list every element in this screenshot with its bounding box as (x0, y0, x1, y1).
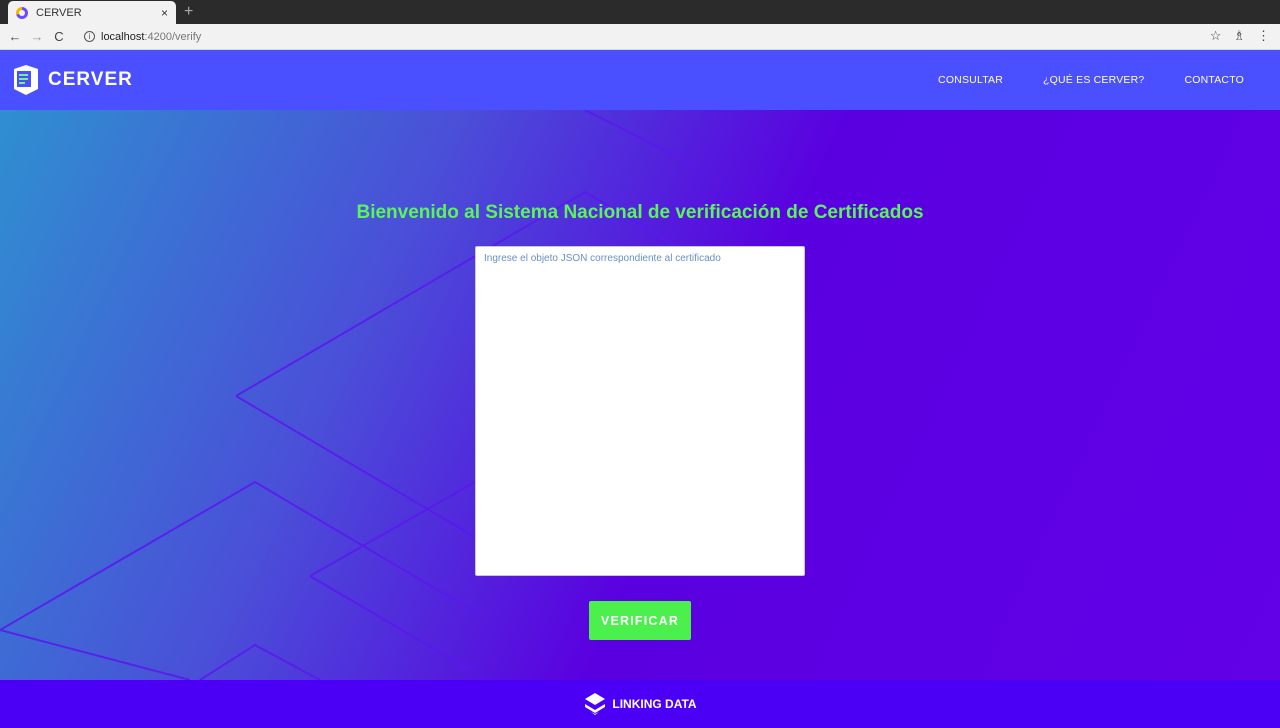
tab-close-icon[interactable]: × (161, 6, 168, 20)
url-path: :4200/verify (144, 30, 202, 43)
reload-icon[interactable]: C (48, 29, 70, 44)
nav-link-consultar[interactable]: CONSULTAR (938, 74, 1003, 86)
url-host: localhost (101, 30, 145, 43)
linking-data-logo-icon (585, 693, 606, 715)
app-navbar: CERVER CONSULTAR ¿QUÉ ES CERVER? CONTACT… (0, 50, 1280, 110)
page-title: Bienvenido al Sistema Nacional de verifi… (356, 202, 924, 223)
hero-section: Bienvenido al Sistema Nacional de verifi… (0, 110, 1280, 680)
favicon-icon (16, 6, 28, 19)
forward-icon[interactable]: → (26, 29, 48, 44)
url-field[interactable]: i localhost :4200/verify (84, 31, 201, 43)
back-icon[interactable]: ← (4, 29, 26, 44)
new-tab-icon[interactable]: + (184, 2, 193, 22)
brand-link[interactable]: CERVER (10, 63, 133, 97)
menu-icon[interactable]: ⋮ (1257, 28, 1270, 44)
cerver-logo-icon (14, 65, 38, 95)
info-icon[interactable]: i (84, 31, 95, 42)
footer: LINKING DATA (0, 680, 1280, 728)
nav-link-contacto[interactable]: CONTACTO (1184, 74, 1244, 86)
extension-icon[interactable]: ♗ (1233, 28, 1245, 44)
browser-tab-bar: CERVER × + (0, 0, 1280, 24)
verify-button[interactable]: VERIFICAR (589, 601, 691, 640)
footer-brand-name: LINKING DATA (612, 697, 697, 711)
brand-name: CERVER (48, 69, 133, 90)
json-input[interactable] (475, 246, 805, 576)
footer-brand[interactable]: LINKING DATA (583, 692, 697, 716)
bookmark-star-icon[interactable]: ☆ (1210, 28, 1222, 44)
browser-tab[interactable]: CERVER × (8, 1, 176, 24)
tab-title: CERVER (36, 6, 82, 19)
nav-link-que-es-cerver[interactable]: ¿QUÉ ES CERVER? (1043, 74, 1144, 86)
address-bar: ← → C i localhost :4200/verify ☆ ♗ ⋮ (0, 24, 1280, 50)
